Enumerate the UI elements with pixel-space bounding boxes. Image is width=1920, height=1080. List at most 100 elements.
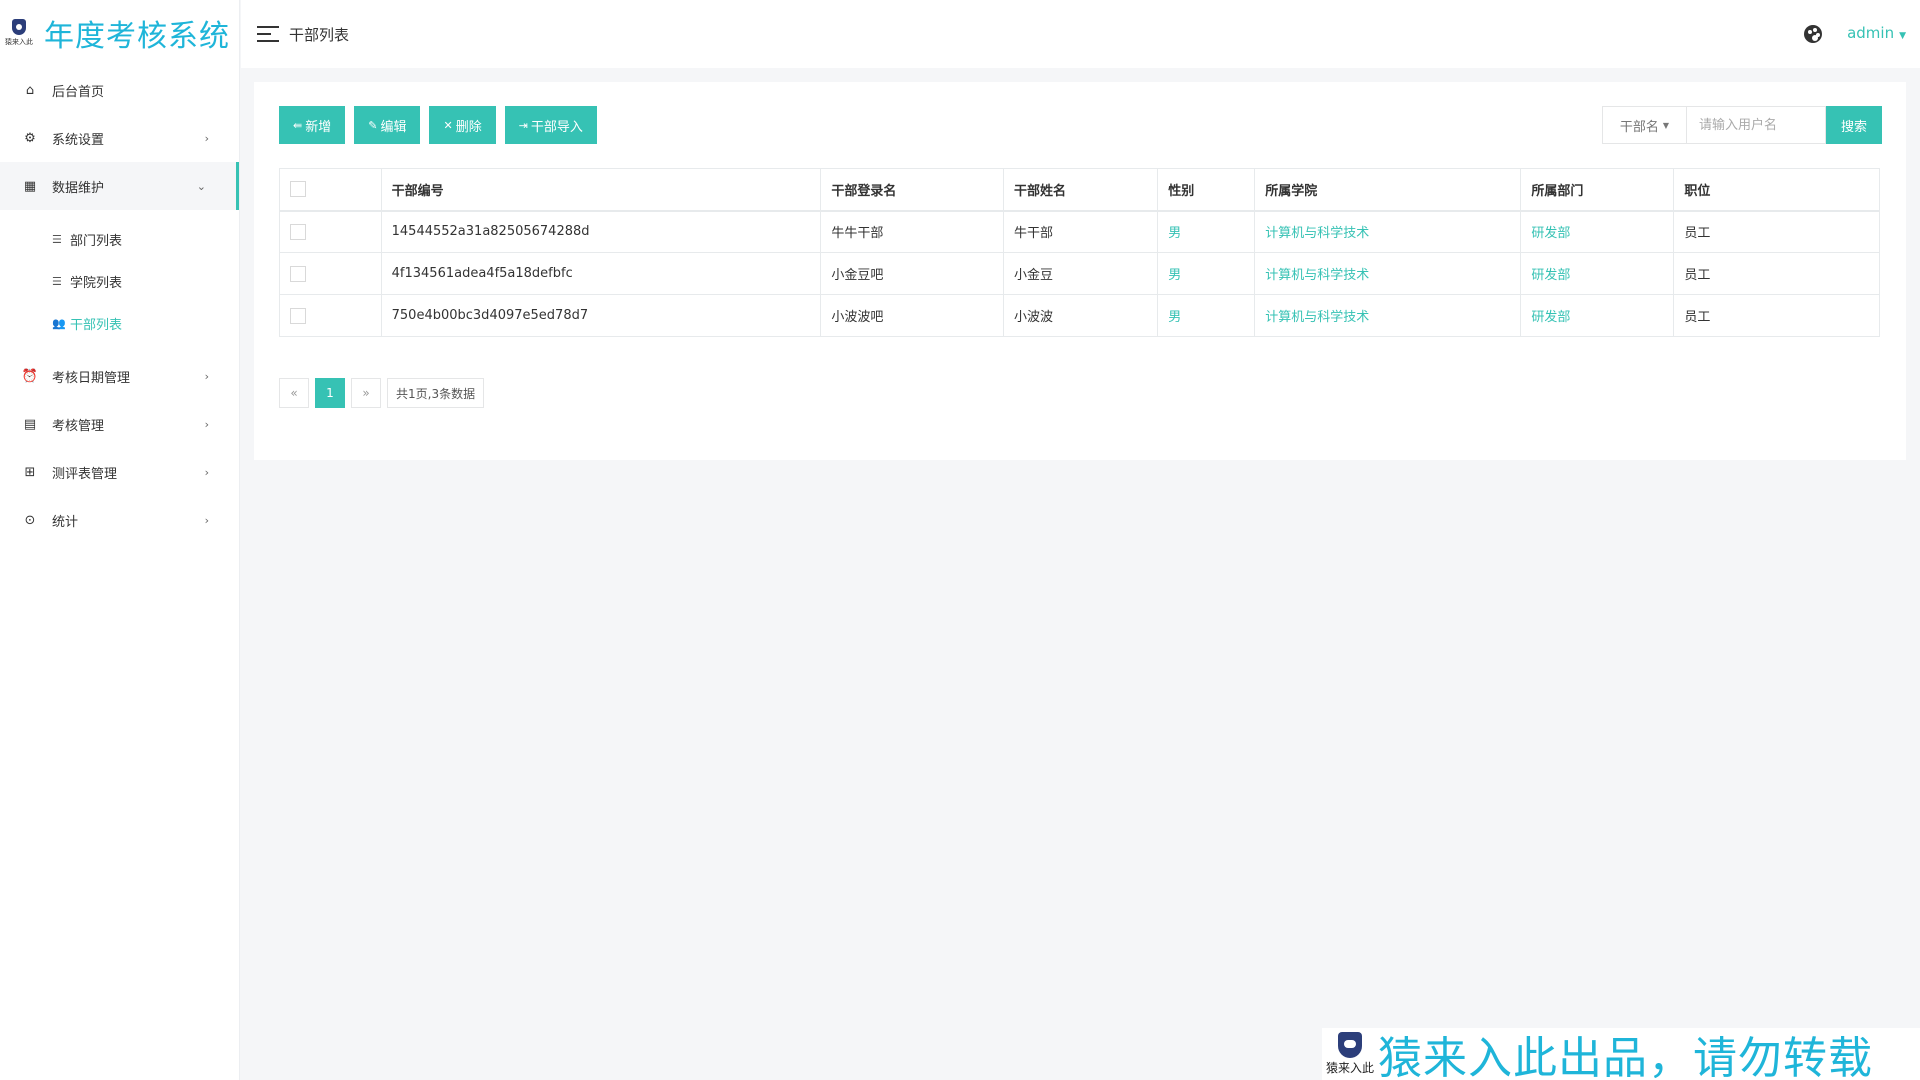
name-cell: 牛干部 bbox=[1003, 210, 1159, 253]
column-header[interactable]: 干部编号 bbox=[380, 168, 822, 211]
pagination: « 1 » 共1页,3条数据 bbox=[279, 378, 485, 408]
brand: 猿来入此 年度考核系统 bbox=[0, 0, 239, 66]
table-row[interactable]: 750e4b00bc3d4097e5ed78d7 小波波吧 小波波 男 计算机与… bbox=[279, 294, 1880, 337]
department-cell: 研发部 bbox=[1520, 210, 1675, 253]
chevron-right-icon: › bbox=[204, 465, 209, 479]
add-button-label: 新增 bbox=[305, 119, 332, 135]
column-header[interactable]: 职位 bbox=[1673, 168, 1880, 211]
sidebar-item-cadre-list[interactable]: 👥 干部列表 bbox=[0, 302, 239, 344]
table-row[interactable]: 14544552a31a82505674288d 牛牛干部 牛干部 男 计算机与… bbox=[279, 210, 1880, 253]
sidebar-item-label: 干部列表 bbox=[70, 317, 123, 333]
column-header[interactable]: 性别 bbox=[1157, 168, 1256, 211]
sidebar-item-label: 数据维护 bbox=[52, 180, 105, 196]
search-input[interactable] bbox=[1686, 106, 1826, 144]
brand-logo: 猿来入此 bbox=[4, 13, 34, 53]
toolbar: ⇚ 新增 ✎ 编辑 ✕ 删除 ⇥ 干部导入 bbox=[279, 106, 597, 144]
search-type-select[interactable]: 干部名 ▼ bbox=[1602, 106, 1686, 144]
column-header[interactable]: 所属学院 bbox=[1254, 168, 1522, 211]
college-cell: 计算机与科学技术 bbox=[1254, 252, 1522, 295]
delete-button[interactable]: ✕ 删除 bbox=[429, 106, 496, 144]
chevron-right-icon: › bbox=[204, 131, 209, 145]
edit-button-label: 编辑 bbox=[380, 119, 407, 135]
sidebar-item-home[interactable]: ⌂ 后台首页 bbox=[0, 66, 239, 114]
username: admin bbox=[1847, 24, 1895, 42]
sidebar-item-department-list[interactable]: ☰ 部门列表 bbox=[0, 218, 239, 260]
sidebar-item-label: 测评表管理 bbox=[52, 466, 118, 482]
sidebar-item-label: 系统设置 bbox=[52, 132, 105, 148]
position-cell: 员工 bbox=[1673, 294, 1880, 337]
page-button[interactable]: 1 bbox=[315, 378, 345, 408]
sidebar-item-label: 后台首页 bbox=[52, 84, 105, 100]
name-cell: 小波波 bbox=[1003, 294, 1159, 337]
column-header[interactable]: 干部登录名 bbox=[820, 168, 1005, 211]
add-user-icon: ⇚ bbox=[293, 118, 303, 132]
shield-icon bbox=[1338, 1032, 1362, 1058]
users-icon: 👥 bbox=[52, 316, 66, 330]
edit-button[interactable]: ✎ 编辑 bbox=[354, 106, 421, 144]
gender-cell: 男 bbox=[1157, 210, 1256, 253]
table-header-row: 干部编号 干部登录名 干部姓名 性别 所属学院 所属部门 职位 bbox=[279, 168, 1880, 211]
college-cell: 计算机与科学技术 bbox=[1254, 294, 1522, 337]
login-name-cell: 小波波吧 bbox=[820, 294, 1005, 337]
add-button[interactable]: ⇚ 新增 bbox=[279, 106, 346, 144]
grid-icon: ⊞ bbox=[24, 464, 36, 480]
sidebar-item-label: 部门列表 bbox=[70, 233, 123, 249]
app-title: 年度考核系统 bbox=[44, 19, 230, 54]
content-card: ⇚新增 ✎编辑 ✕删除 ⇥干部导入 干部名▼ 搜索 干部编号 干部登录名 干部姓… bbox=[254, 82, 1906, 460]
sidebar-item-statistics[interactable]: ⊙ 统计 › bbox=[0, 496, 239, 544]
palette-icon[interactable] bbox=[1804, 25, 1822, 43]
row-checkbox[interactable] bbox=[290, 223, 306, 240]
sidebar-item-label: 考核日期管理 bbox=[52, 370, 131, 386]
import-button-label: 干部导入 bbox=[530, 119, 583, 135]
calendar-icon: ▦ bbox=[23, 178, 37, 194]
column-header[interactable]: 所属部门 bbox=[1520, 168, 1675, 211]
watermark-logo-text: 猿来入此 bbox=[1325, 1061, 1374, 1075]
gender-cell: 男 bbox=[1157, 252, 1256, 295]
sidebar-item-system-settings[interactable]: ⚙ 系统设置 › bbox=[0, 114, 239, 162]
column-header[interactable]: 干部姓名 bbox=[1003, 168, 1159, 211]
watermark-text: 猿来入此出品，请勿转载 bbox=[1378, 1033, 1873, 1080]
import-button[interactable]: ⇥ 干部导入 bbox=[504, 106, 597, 144]
search-button[interactable]: 搜索 bbox=[1826, 106, 1882, 144]
row-select-cell bbox=[279, 294, 382, 337]
import-icon: ⇥ bbox=[518, 118, 528, 132]
sidebar: 猿来入此 年度考核系统 ⌂ 后台首页 ⚙ 系统设置 › ▦ 数据维护 ⌄ ☰ 部… bbox=[0, 0, 240, 1080]
search-type-label: 干部名 bbox=[1619, 119, 1659, 135]
list-icon: ☰ bbox=[52, 232, 62, 246]
shield-icon bbox=[12, 19, 26, 35]
login-name-cell: 牛牛干部 bbox=[820, 210, 1005, 253]
home-icon: ⌂ bbox=[25, 82, 35, 98]
chevron-right-icon: › bbox=[204, 417, 209, 431]
position-cell: 员工 bbox=[1673, 210, 1880, 253]
sidebar-item-assessment-management[interactable]: ▤ 考核管理 › bbox=[0, 400, 239, 448]
user-menu[interactable]: admin ▼ bbox=[1847, 24, 1906, 42]
page-info: 共1页,3条数据 bbox=[387, 378, 485, 408]
top-header: 干部列表 admin ▼ bbox=[241, 0, 1920, 68]
chevron-right-icon: › bbox=[204, 369, 209, 383]
sidebar-item-college-list[interactable]: ☰ 学院列表 bbox=[0, 260, 239, 302]
menu-toggle-icon[interactable] bbox=[257, 26, 279, 42]
college-cell: 计算机与科学技术 bbox=[1254, 210, 1522, 253]
cadre-table: 干部编号 干部登录名 干部姓名 性别 所属学院 所属部门 职位 14544552… bbox=[279, 168, 1880, 337]
target-icon: ⊙ bbox=[24, 512, 36, 528]
department-cell: 研发部 bbox=[1520, 294, 1675, 337]
row-checkbox[interactable] bbox=[290, 307, 306, 324]
login-name-cell: 小金豆吧 bbox=[820, 252, 1005, 295]
prev-page-button[interactable]: « bbox=[279, 378, 309, 408]
sidebar-item-label: 统计 bbox=[52, 514, 79, 530]
select-all-checkbox[interactable] bbox=[290, 181, 306, 198]
gender-cell: 男 bbox=[1157, 294, 1256, 337]
position-cell: 员工 bbox=[1673, 252, 1880, 295]
sidebar-item-assessment-date[interactable]: ⏰ 考核日期管理 › bbox=[0, 352, 239, 400]
table-row[interactable]: 4f134561adea4f5a18defbfc 小金豆吧 小金豆 男 计算机与… bbox=[279, 252, 1880, 295]
row-checkbox[interactable] bbox=[290, 265, 306, 282]
caret-down-icon: ▼ bbox=[1662, 120, 1670, 130]
sidebar-item-evaluation-form[interactable]: ⊞ 测评表管理 › bbox=[0, 448, 239, 496]
next-page-button[interactable]: » bbox=[351, 378, 381, 408]
sidebar-item-data-maintenance[interactable]: ▦ 数据维护 ⌄ bbox=[0, 162, 239, 210]
watermark-logo: 猿来入此 bbox=[1322, 1032, 1378, 1076]
department-cell: 研发部 bbox=[1520, 252, 1675, 295]
select-all-cell bbox=[279, 168, 382, 211]
sidebar-item-label: 学院列表 bbox=[70, 275, 123, 291]
sidebar-menu: ⌂ 后台首页 ⚙ 系统设置 › ▦ 数据维护 ⌄ ☰ 部门列表 ☰ 学院列表 👥… bbox=[0, 66, 239, 544]
